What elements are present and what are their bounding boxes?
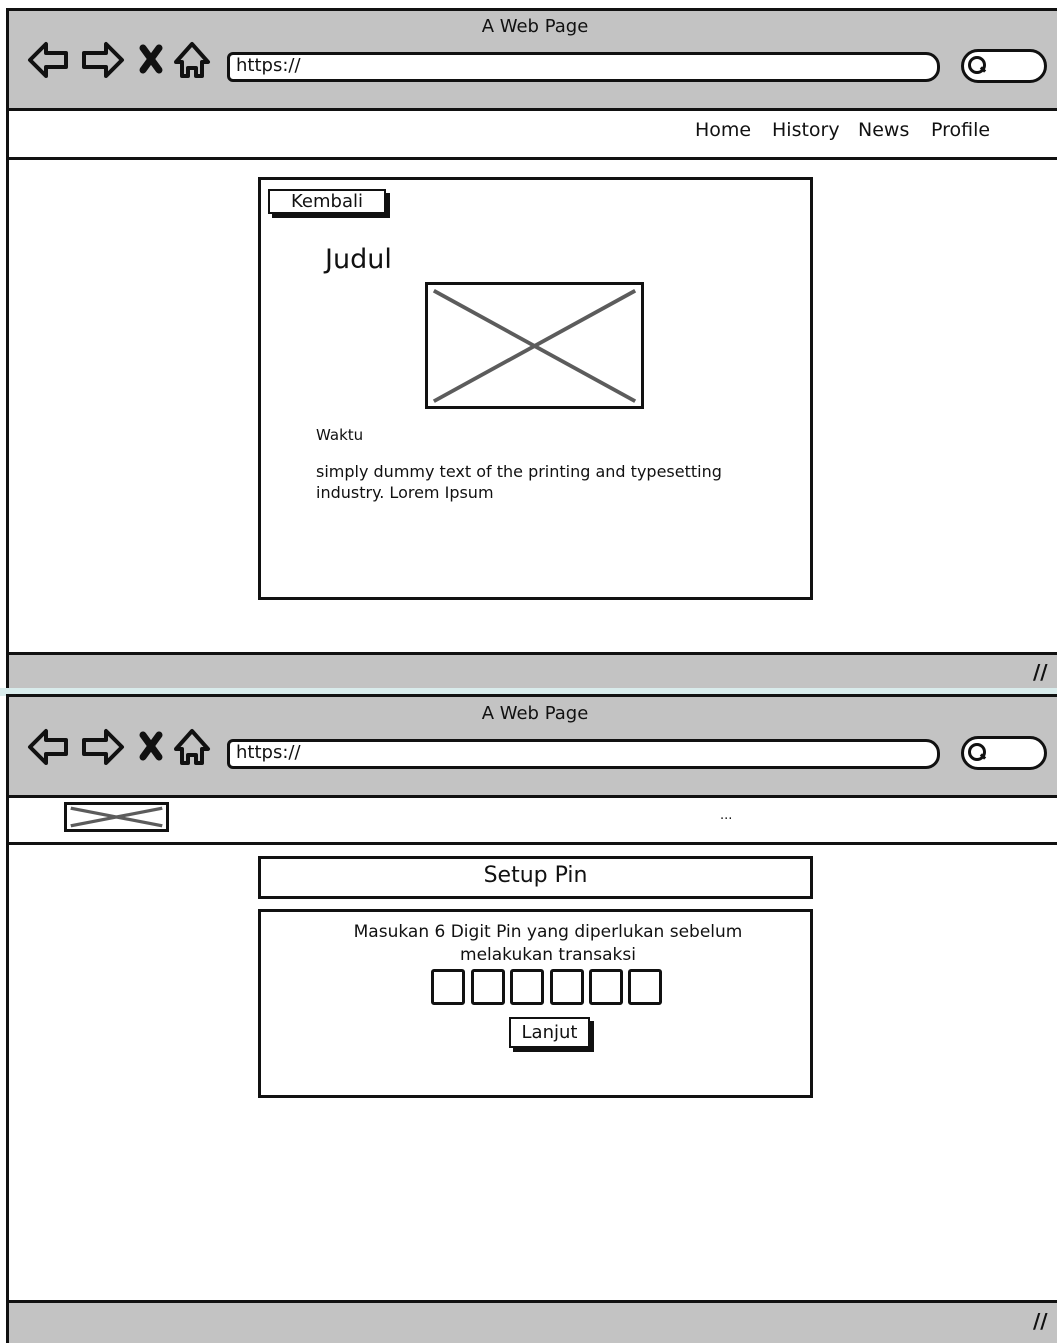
url-text: https:// <box>236 55 301 76</box>
resize-grip-icon[interactable]: // <box>1033 660 1048 684</box>
window-title: A Web Page <box>481 16 589 37</box>
home-icon[interactable] <box>174 729 210 765</box>
url-bar[interactable]: https:// <box>227 52 940 82</box>
pin-instruction-line-2: melakukan transaksi <box>460 945 636 965</box>
article-image <box>425 282 644 409</box>
forward-arrow-icon[interactable] <box>82 42 124 78</box>
pin-digit-6[interactable] <box>628 969 662 1005</box>
window-left-border-2 <box>6 837 9 1302</box>
article-title: Judul <box>325 244 392 275</box>
url-text: https:// <box>236 742 301 763</box>
search-icon <box>968 743 986 761</box>
pin-digit-1[interactable] <box>431 969 465 1005</box>
forward-arrow-icon[interactable] <box>82 729 124 765</box>
nav-link-profile[interactable]: Profile <box>931 119 990 141</box>
close-icon[interactable] <box>139 731 163 761</box>
nav-link-news[interactable]: News <box>858 119 909 141</box>
status-bar-2 <box>6 1300 1057 1343</box>
resize-grip-icon[interactable]: // <box>1033 1309 1048 1333</box>
article-body-line-2: industry. Lorem Ipsum <box>316 483 494 502</box>
pin-instruction-line-1: Masukan 6 Digit Pin yang diperlukan sebe… <box>353 922 743 942</box>
setup-pin-title: Setup Pin <box>483 863 588 888</box>
search-button[interactable] <box>961 49 1047 83</box>
nav-link-home[interactable]: Home <box>695 119 751 141</box>
pin-digit-3[interactable] <box>510 969 544 1005</box>
pin-digit-5[interactable] <box>589 969 623 1005</box>
browser-nav-icons-1 <box>28 42 210 78</box>
continue-button[interactable]: Lanjut <box>509 1017 590 1048</box>
pin-digit-2[interactable] <box>471 969 505 1005</box>
image-placeholder-icon <box>432 289 637 403</box>
back-button[interactable]: Kembali <box>268 189 386 214</box>
back-arrow-icon[interactable] <box>28 42 68 78</box>
home-icon[interactable] <box>174 42 210 78</box>
status-bar-1 <box>6 652 1057 691</box>
nav-link-history[interactable]: History <box>772 119 840 141</box>
close-icon[interactable] <box>139 44 163 74</box>
window-left-border-1 <box>6 150 9 655</box>
search-icon <box>968 56 986 74</box>
article-time: Waktu <box>316 426 364 444</box>
article-body-line-1: simply dummy text of the printing and ty… <box>316 462 722 481</box>
pin-digit-4[interactable] <box>550 969 584 1005</box>
back-arrow-icon[interactable] <box>28 729 68 765</box>
browser-window-1: A Web Page https:// Home History News Pr… <box>0 0 1057 691</box>
window-title: A Web Page <box>481 703 589 724</box>
url-bar[interactable]: https:// <box>227 739 940 769</box>
image-placeholder-icon <box>70 806 163 828</box>
browser-window-2: A Web Page https:// ... Setup Pin Masuka… <box>0 694 1057 1343</box>
browser-nav-icons-2 <box>28 729 210 765</box>
menu-ellipsis[interactable]: ... <box>720 808 732 823</box>
search-button[interactable] <box>961 736 1047 770</box>
logo-placeholder <box>64 802 169 832</box>
